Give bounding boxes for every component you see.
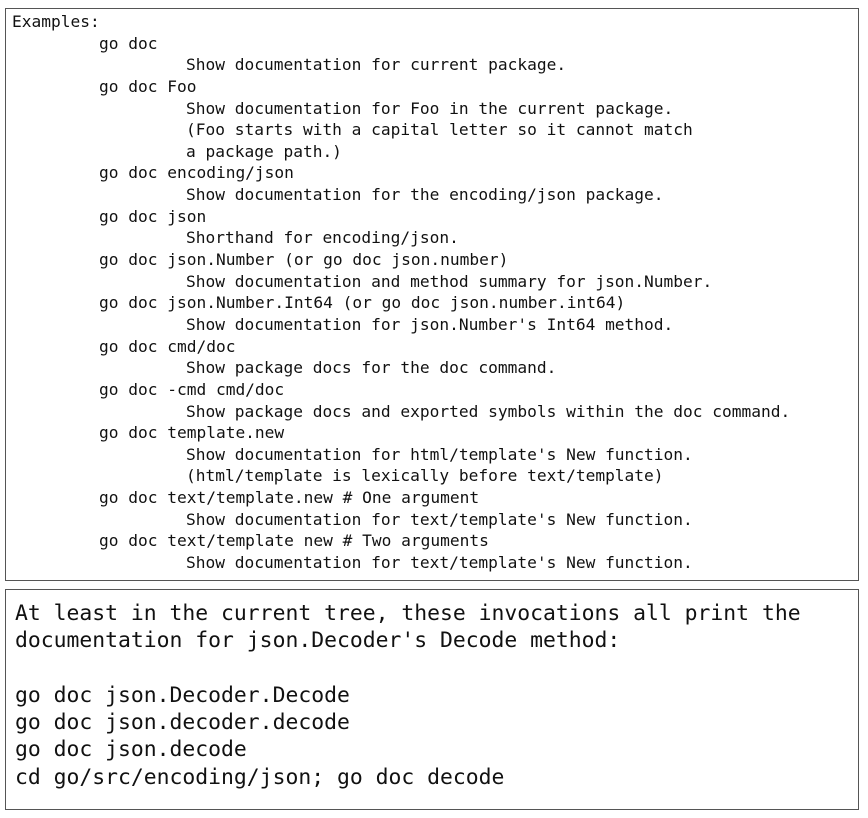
note-command-line: go doc json.decode	[15, 737, 247, 763]
example-command: go doc text/template new # Two arguments	[99, 531, 489, 551]
example-description: Show documentation for the encoding/json…	[186, 185, 664, 205]
example-description: (Foo starts with a capital letter so it …	[186, 120, 693, 140]
example-description: Show package docs and exported symbols w…	[186, 401, 791, 421]
example-description: a package path.)	[186, 141, 342, 161]
example-command: go doc Foo	[99, 76, 197, 96]
example-command: go doc json.Number.Int64 (or go doc json…	[99, 293, 626, 313]
example-description: Show documentation for current package.	[186, 55, 567, 75]
example-command: go doc -cmd cmd/doc	[99, 379, 285, 399]
note-command-line: go doc json.decoder.decode	[15, 710, 350, 736]
note-command-line: cd go/src/encoding/json; go doc decode	[15, 764, 505, 790]
example-command: go doc	[99, 33, 158, 53]
examples-heading: Examples:	[12, 12, 100, 31]
note-intro-line: documentation for json.Decoder's Decode …	[15, 628, 621, 654]
example-command: go doc text/template.new # One argument	[99, 488, 480, 508]
example-description: Show documentation and method summary fo…	[186, 271, 713, 291]
example-command: go doc cmd/doc	[99, 336, 236, 356]
note-command-line: go doc json.Decoder.Decode	[15, 682, 350, 708]
example-command: go doc encoding/json	[99, 163, 294, 183]
note-blank-line	[15, 655, 858, 682]
example-description: Show documentation for text/template's N…	[186, 553, 693, 573]
example-command: go doc json.Number (or go doc json.numbe…	[99, 250, 509, 270]
example-description: Shorthand for encoding/json.	[186, 228, 459, 248]
example-description: Show documentation for html/template's N…	[186, 444, 693, 464]
example-command: go doc template.new	[99, 423, 285, 443]
example-description: Show documentation for json.Number's Int…	[186, 314, 674, 334]
example-description: Show documentation for text/template's N…	[186, 509, 693, 529]
example-command: go doc json	[99, 206, 207, 226]
example-description: Show package docs for the doc command.	[186, 358, 557, 378]
example-description: (html/template is lexically before text/…	[186, 466, 664, 486]
decode-note-panel: At least in the current tree, these invo…	[5, 589, 859, 810]
note-intro-line: At least in the current tree, these invo…	[15, 601, 801, 626]
usage-examples-panel: Examples: go doc Show documentation for …	[5, 8, 859, 581]
example-description: Show documentation for Foo in the curren…	[186, 98, 674, 118]
